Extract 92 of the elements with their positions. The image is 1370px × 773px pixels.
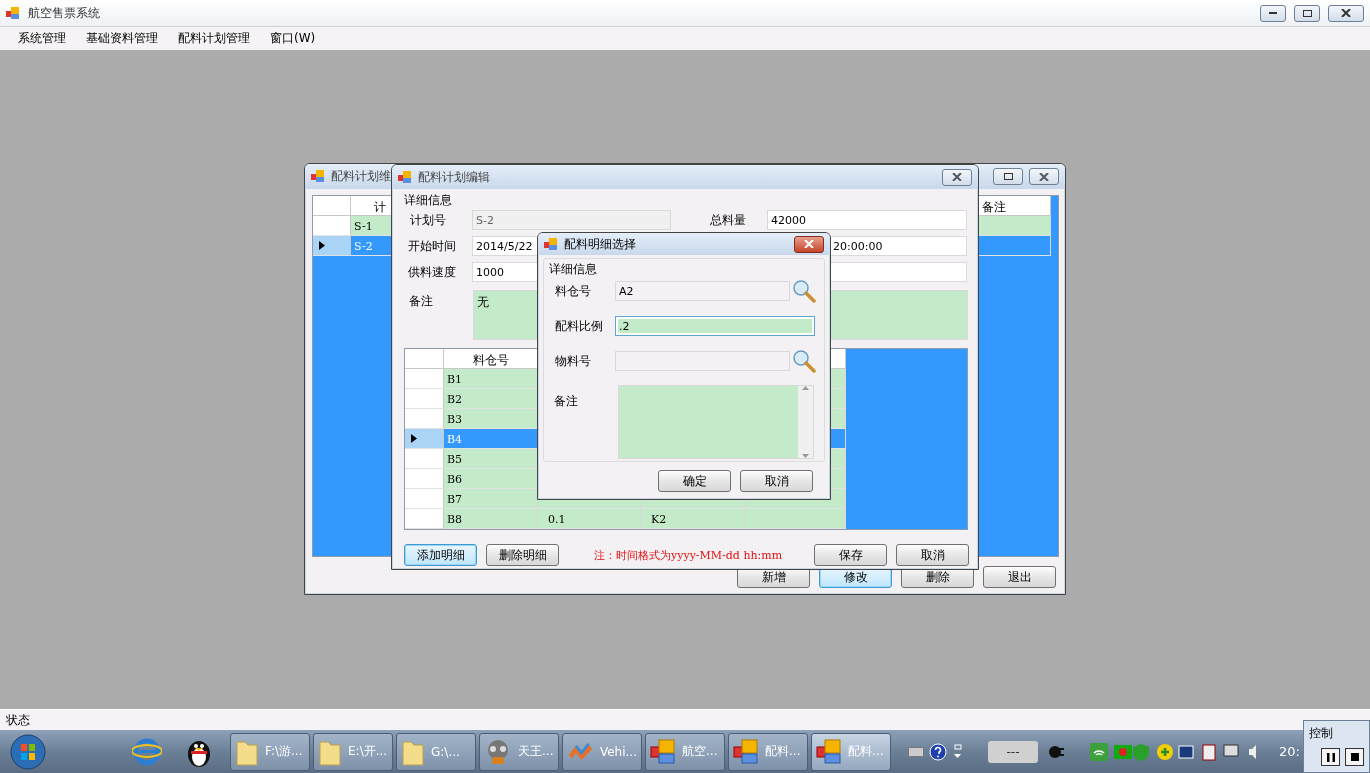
row-header [405, 349, 444, 369]
action-button[interactable]: 退出 [983, 566, 1056, 588]
field-label: 物料号 [554, 352, 592, 370]
window-title: 配料计划维 [331, 168, 391, 185]
action-button[interactable]: 删除明细 [486, 544, 559, 566]
window-title: 配料计划编辑 [418, 168, 490, 186]
table-cell: B8 [444, 509, 538, 529]
search-icon[interactable] [792, 279, 816, 303]
app-icon [733, 738, 759, 765]
app-icon [311, 170, 325, 183]
input-field[interactable]: 20:00:00 [829, 236, 967, 256]
restore-button[interactable] [1294, 4, 1320, 22]
app-icon [650, 738, 676, 765]
help-icon[interactable] [929, 742, 947, 761]
close-icon [1341, 9, 1351, 17]
remark-field[interactable] [618, 385, 814, 459]
row-header [405, 469, 444, 489]
minimize-button[interactable] [1260, 4, 1286, 22]
table-cell [979, 216, 1051, 236]
action-button[interactable]: 确定 [658, 470, 731, 492]
ribbon-icon [567, 740, 594, 763]
status-text: 状态 [6, 711, 30, 729]
table-cell: B6 [444, 469, 538, 489]
action-button[interactable]: 取消 [896, 544, 969, 566]
close-button[interactable] [1328, 4, 1364, 22]
stop-icon [1350, 753, 1359, 761]
current-row-icon [319, 241, 325, 250]
table-cell: B3 [444, 409, 538, 429]
menu-item[interactable]: 基础资料管理 [76, 30, 168, 47]
close-icon [1039, 172, 1049, 181]
restore-icon [1302, 9, 1312, 17]
row-header [405, 369, 444, 389]
action-button[interactable]: 添加明细 [404, 544, 477, 566]
table-cell: 0.1 [538, 509, 641, 529]
table-cell [979, 236, 1051, 256]
field-label: 开始时间 [407, 237, 457, 255]
minimize-icon [1269, 11, 1277, 15]
clock-text: 20: [1279, 744, 1300, 759]
app-icon [816, 738, 842, 765]
field-label: 备注 [554, 393, 579, 410]
row-header [405, 389, 444, 409]
table-cell: K2 [641, 509, 746, 529]
stop-button[interactable] [1345, 748, 1364, 766]
input-field[interactable]: .2 [615, 316, 815, 336]
menu-item[interactable]: 窗口(W) [260, 30, 326, 47]
action-button[interactable]: 保存 [814, 544, 887, 566]
field-label: 供料速度 [407, 263, 457, 281]
table-cell: B5 [444, 449, 538, 469]
window-title: 配料明细选择 [564, 235, 636, 253]
input-field[interactable] [615, 351, 790, 371]
browser-icon[interactable] [132, 736, 162, 767]
action-button[interactable]: 取消 [740, 470, 813, 492]
current-row-icon [411, 434, 417, 443]
close-button[interactable] [1029, 168, 1059, 185]
restore-button[interactable] [993, 168, 1023, 185]
scrollbar[interactable] [798, 386, 813, 458]
row-header [405, 489, 444, 509]
window-title: 航空售票系统 [28, 4, 100, 22]
group-title: 详细信息 [549, 261, 598, 278]
app-icon [544, 237, 558, 251]
search-icon[interactable] [792, 349, 816, 373]
app-icon [6, 6, 20, 20]
plug-icon[interactable] [1046, 744, 1064, 759]
field-label: 备注 [408, 293, 434, 310]
table-cell: B1 [444, 369, 538, 389]
table-cell: B2 [444, 389, 538, 409]
group-title: 详细信息 [404, 192, 453, 209]
battery-display: --- [988, 740, 1038, 763]
menu-item[interactable]: 系统管理 [8, 30, 76, 47]
pause-icon [1326, 752, 1335, 762]
restore-icon [1003, 173, 1013, 180]
column-header: 料仓号 [444, 349, 538, 369]
format-note: 注：时间格式为yyyy-MM-dd hh:mm [594, 547, 783, 563]
app-icon [398, 170, 412, 184]
input-field[interactable]: A2 [615, 281, 790, 301]
panel-title: 控制 [1309, 725, 1334, 742]
row-header [405, 509, 444, 529]
keyboard-icon[interactable] [908, 746, 924, 757]
column-header: 备注 [979, 196, 1051, 216]
close-icon [952, 173, 962, 181]
field-label: 料仓号 [554, 282, 592, 300]
pause-button[interactable] [1321, 748, 1340, 766]
menu-item[interactable]: 配料计划管理 [168, 30, 260, 47]
scroll-down-icon [802, 454, 809, 458]
caret-icon[interactable] [953, 743, 962, 760]
start-button[interactable] [10, 733, 46, 770]
field-label: 配料比例 [554, 317, 604, 335]
input-field[interactable] [829, 262, 967, 282]
close-button[interactable] [942, 168, 972, 186]
table-cell: B7 [444, 489, 538, 509]
close-button[interactable] [794, 235, 824, 253]
close-icon [804, 240, 814, 248]
